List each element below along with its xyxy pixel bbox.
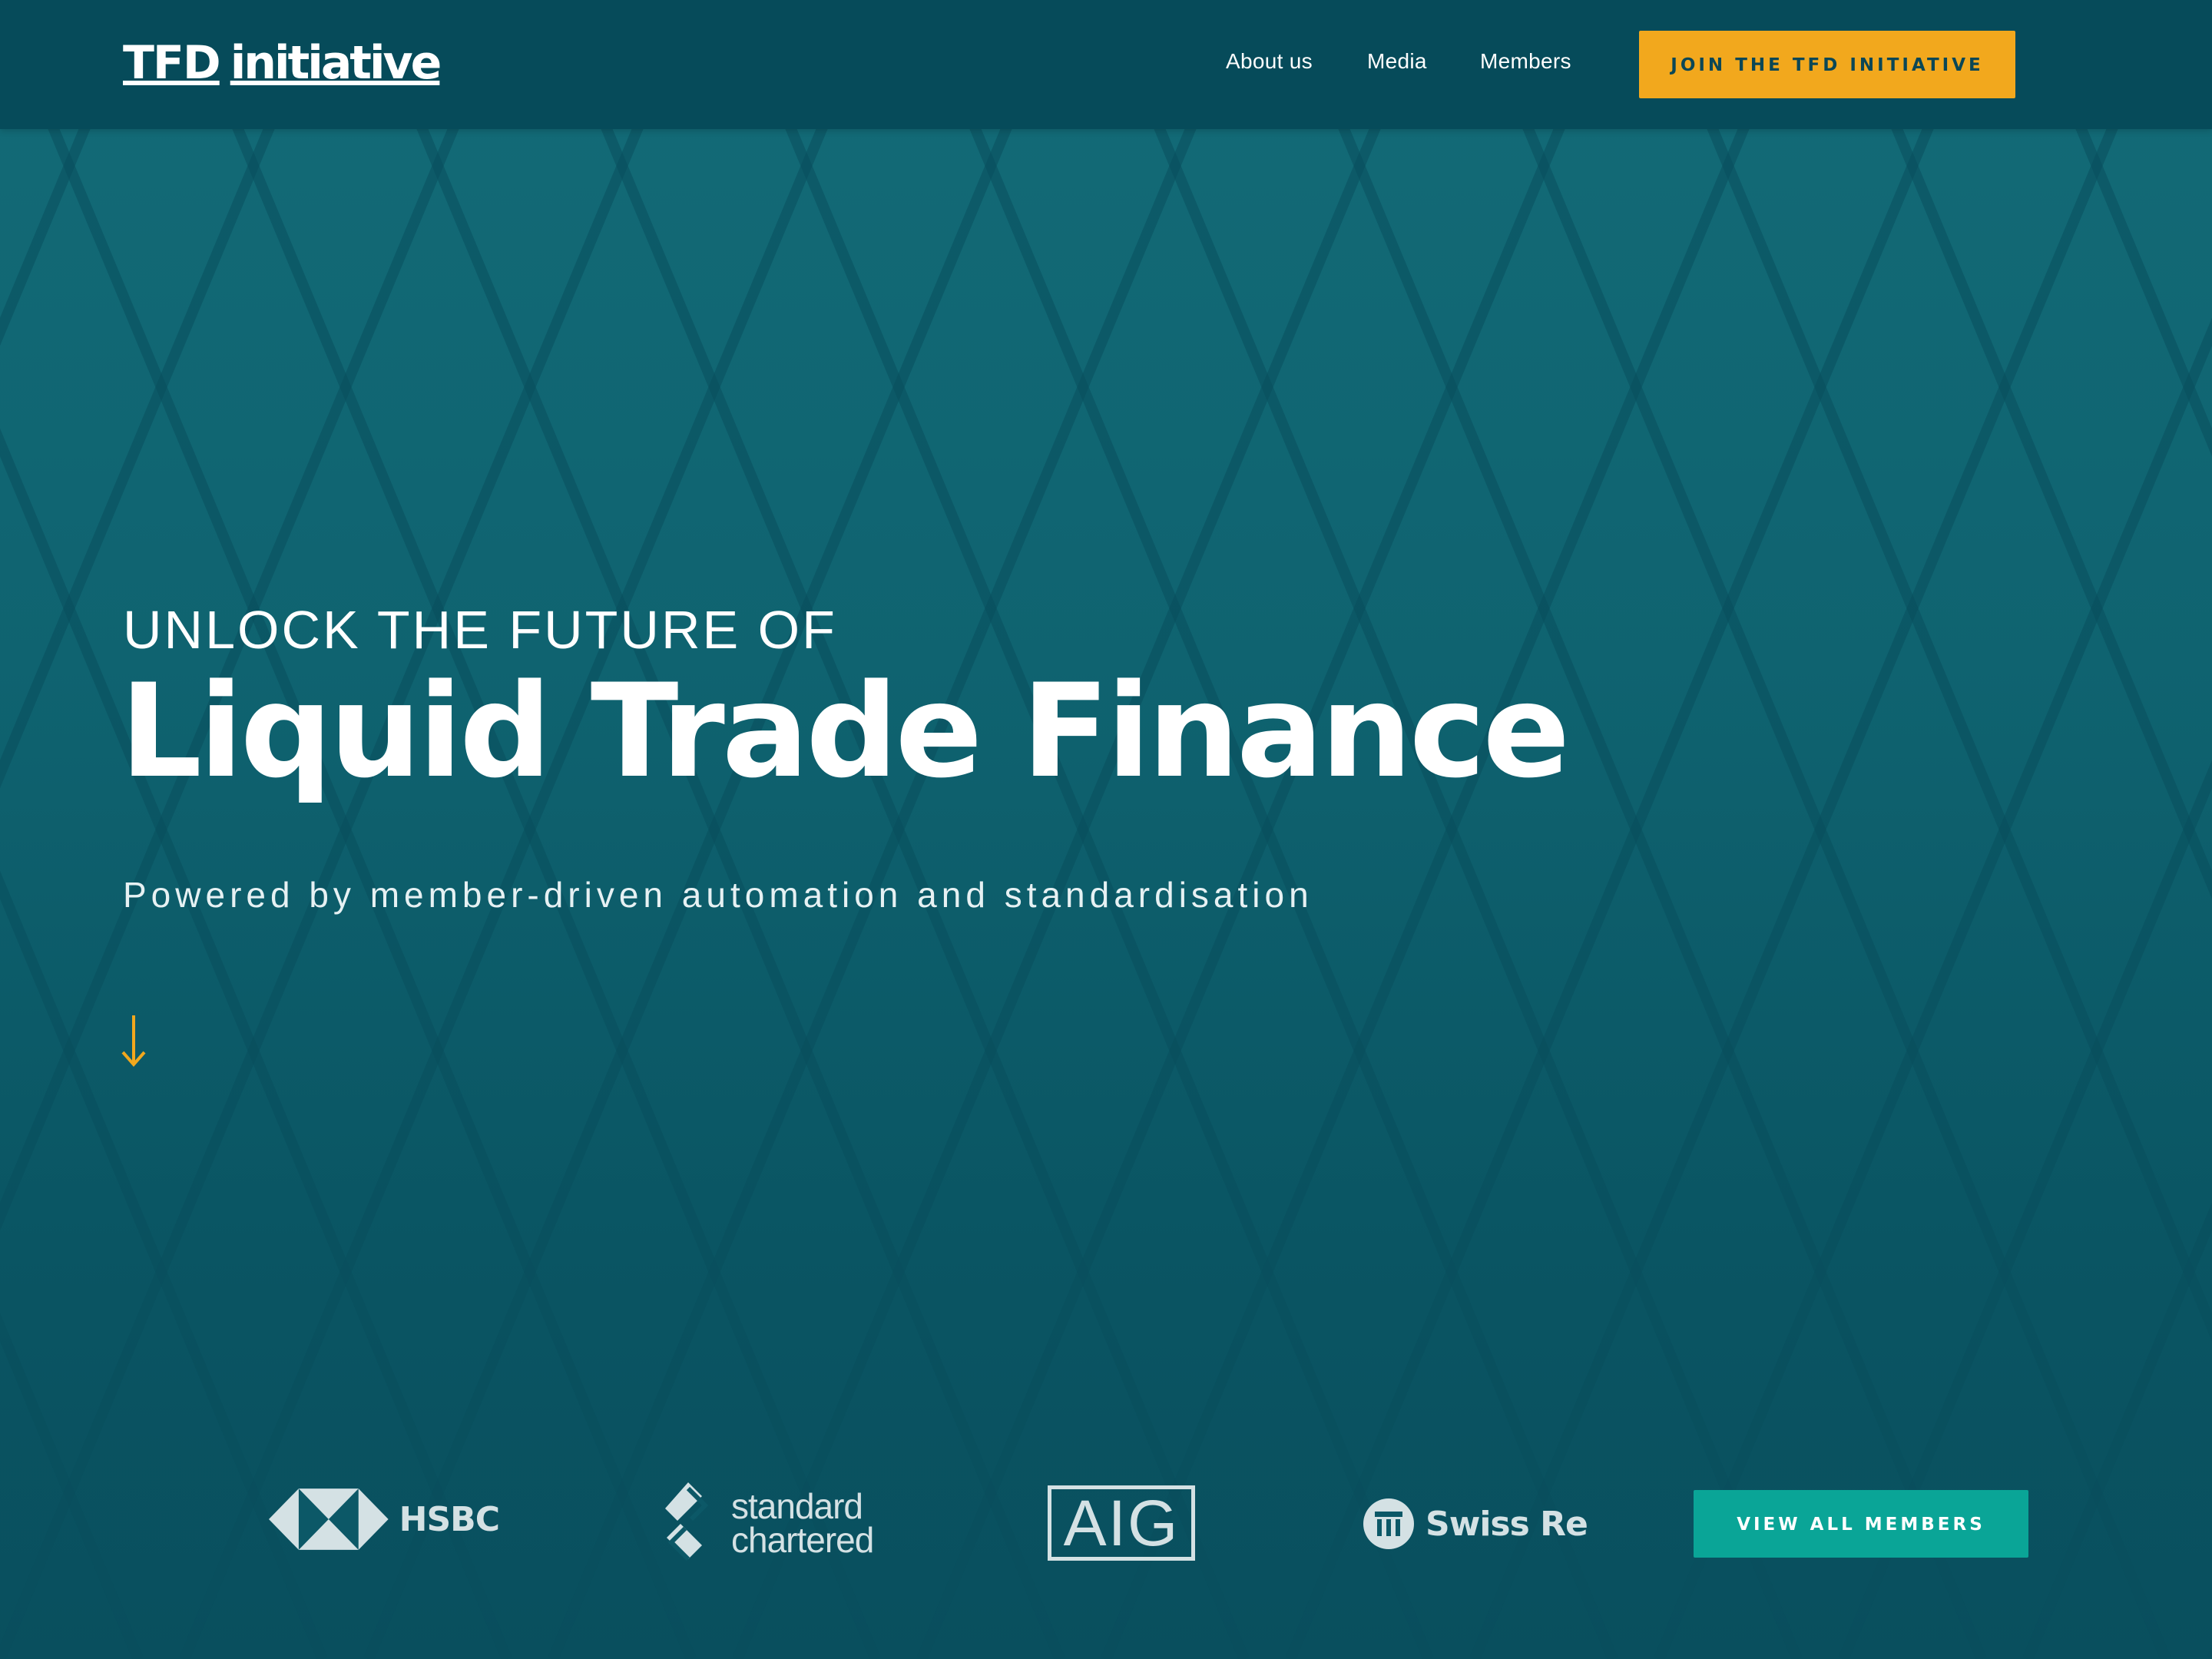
page: TFD initiative About us Media Members JO… xyxy=(0,0,2212,1659)
background-lattice xyxy=(0,0,2212,1659)
hero-subtitle: Powered by member-driven automation and … xyxy=(123,875,1313,915)
member-logo-swiss-re[interactable]: Swiss Re xyxy=(1363,1495,1608,1553)
logo-mark: TFD xyxy=(123,36,221,90)
hsbc-hexagon-icon xyxy=(269,1488,389,1550)
swiss-re-emblem-icon xyxy=(1363,1498,1414,1549)
nav-members[interactable]: Members xyxy=(1480,49,1571,74)
swiss-re-wordmark: Swiss Re xyxy=(1426,1504,1588,1544)
arrow-down-icon[interactable] xyxy=(120,1014,147,1069)
member-logo-standard-chartered[interactable]: standard chartered xyxy=(657,1478,888,1570)
tfd-logo[interactable]: TFD initiative xyxy=(123,36,442,90)
standard-chartered-wordmark: standard chartered xyxy=(731,1486,874,1560)
nav-about-us[interactable]: About us xyxy=(1226,49,1313,74)
hero-kicker: UNLOCK THE FUTURE OF xyxy=(123,600,837,660)
site-header: TFD initiative About us Media Members JO… xyxy=(0,0,2212,129)
standard-chartered-icon xyxy=(665,1482,709,1561)
hsbc-wordmark: HSBC xyxy=(399,1499,500,1539)
logo-word: initiative xyxy=(230,36,442,90)
nav-media[interactable]: Media xyxy=(1367,49,1427,74)
view-all-members-button[interactable]: VIEW ALL MEMBERS xyxy=(1694,1490,2028,1558)
members-strip: HSBC standard chartered AIG Swiss Re VIE… xyxy=(0,1459,2212,1598)
hero-title: Liquid Trade Finance xyxy=(120,656,1570,806)
member-logo-aig[interactable]: AIG xyxy=(1048,1485,1195,1561)
sc-line-2: chartered xyxy=(731,1520,874,1560)
join-initiative-button[interactable]: JOIN THE TFD INITIATIVE xyxy=(1639,31,2015,98)
member-logo-hsbc[interactable]: HSBC xyxy=(269,1488,500,1550)
sc-line-1: standard xyxy=(731,1486,863,1527)
